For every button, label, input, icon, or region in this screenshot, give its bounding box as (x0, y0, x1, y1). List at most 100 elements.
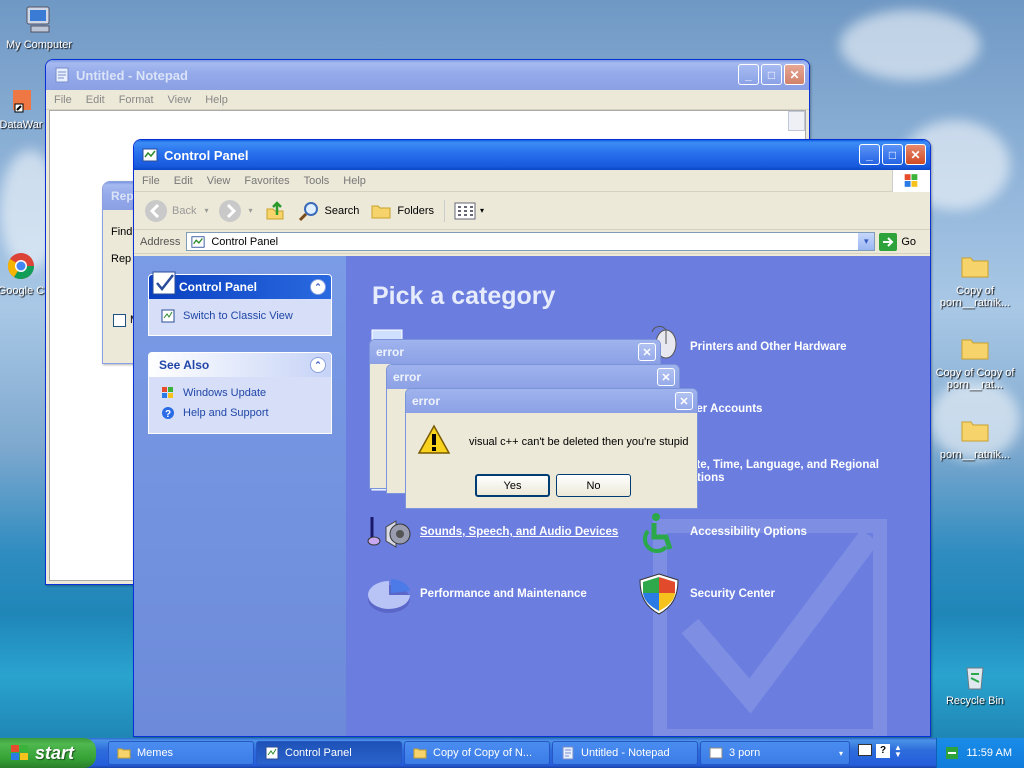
close-button[interactable]: ✕ (905, 144, 926, 165)
help-support-link[interactable]: ? Help and Support (149, 403, 331, 423)
taskbar-item-control-panel[interactable]: Control Panel (256, 741, 402, 765)
close-button[interactable]: ✕ (657, 368, 675, 386)
go-label: Go (901, 235, 916, 248)
address-label: Address (140, 235, 181, 248)
network-tray-icon[interactable] (945, 746, 959, 760)
notepad-menu-bar: File Edit Format View Help (46, 90, 809, 110)
category-label-line1: ate, Time, Language, and Regional (690, 459, 879, 471)
close-button[interactable]: ✕ (784, 64, 805, 85)
speaker-music-icon (367, 517, 411, 548)
yes-button[interactable]: Yes (475, 474, 550, 497)
menu-format[interactable]: Format (119, 94, 154, 106)
go-button[interactable]: Go (879, 232, 916, 251)
folders-button[interactable]: Folders (369, 199, 434, 223)
shortcut-icon (13, 90, 31, 113)
find-label: Find (111, 226, 133, 238)
maximize-button[interactable]: □ (761, 64, 782, 85)
windows-update-link[interactable]: Windows Update (149, 383, 331, 403)
taskbar-item-memes[interactable]: Memes (108, 741, 254, 765)
category-security-center[interactable]: Security Center (636, 571, 775, 617)
notepad-icon (562, 746, 574, 760)
pie-chart-icon (368, 579, 410, 613)
desktop-icon-folder-1[interactable]: Copy of porn__ratnik... (932, 250, 1018, 309)
menu-edit[interactable]: Edit (86, 94, 105, 106)
windows-update-icon (162, 387, 173, 398)
close-button[interactable]: ✕ (675, 392, 693, 410)
clock[interactable]: 11:59 AM (966, 747, 1012, 759)
category-label: Security Center (690, 588, 776, 600)
up-folder-icon (266, 200, 283, 219)
address-dropdown-button[interactable]: ▾ (858, 233, 875, 250)
back-button[interactable]: Back ▾ (144, 199, 208, 223)
no-button[interactable]: No (556, 474, 631, 497)
window-group-icon (709, 747, 723, 759)
category-label: ser Accounts (690, 403, 763, 415)
error-dialog-title-bar[interactable]: error ✕ (387, 365, 679, 389)
desktop-icon-my-computer[interactable]: My Computer (0, 4, 82, 51)
category-label: Accessibility Options (690, 526, 807, 538)
collapse-chevron-icon[interactable]: ⌃ (310, 357, 326, 373)
folder-icon (961, 339, 989, 360)
control-panel-title-bar[interactable]: Control Panel _ □ ✕ (134, 140, 930, 170)
category-sounds[interactable]: Sounds, Speech, and Audio Devices (366, 509, 618, 555)
category-performance[interactable]: Performance and Maintenance (366, 571, 587, 617)
start-button[interactable]: start (0, 738, 96, 768)
menu-file[interactable]: File (54, 94, 72, 106)
security-shield-icon (639, 573, 679, 615)
close-button[interactable]: ✕ (638, 343, 656, 361)
windows-logo-icon (11, 745, 28, 760)
replace-label: Rep (111, 253, 132, 265)
category-accessibility[interactable]: Accessibility Options (636, 509, 807, 555)
error-dialog-title-bar[interactable]: error ✕ (370, 340, 660, 364)
category-label: Performance and Maintenance (420, 588, 587, 600)
category-label-line2: ptions (690, 472, 725, 484)
switch-classic-view-link[interactable]: Switch to Classic View (149, 306, 331, 326)
up-button[interactable] (263, 199, 287, 223)
menu-help[interactable]: Help (343, 175, 366, 187)
desktop-icon-folder-3[interactable]: porn__ratnik... (932, 414, 1018, 461)
maximize-button[interactable]: □ (882, 144, 903, 165)
task-box-header[interactable]: Control Panel ⌃ (149, 271, 331, 299)
scroll-arrows-icon[interactable]: ▲ ▼ (894, 744, 902, 759)
warning-icon (417, 424, 451, 454)
desktop-icon-folder-2[interactable]: Copy of Copy of porn__rat... (932, 332, 1018, 391)
help-icon[interactable]: ? (876, 744, 890, 758)
taskbar-item-group[interactable]: 3 porn ▾ (700, 741, 850, 765)
menu-tools[interactable]: Tools (304, 175, 330, 187)
menu-view[interactable]: View (207, 175, 231, 187)
menu-favorites[interactable]: Favorites (244, 175, 289, 187)
see-also-header[interactable]: See Also ⌃ (149, 353, 331, 377)
notepad-scrollbar[interactable] (788, 111, 805, 131)
search-label: Search (324, 204, 360, 217)
back-dropdown-icon[interactable]: ▾ (204, 206, 208, 215)
menu-view[interactable]: View (168, 94, 192, 106)
menu-file[interactable]: File (142, 175, 160, 187)
forward-button[interactable]: ▾ (218, 199, 253, 223)
error-dialog-title-bar[interactable]: error ✕ (406, 389, 697, 413)
taskbar-item-label: Control Panel (285, 747, 352, 759)
folder-icon (117, 748, 131, 759)
taskbar: start Memes Control Panel Copy of Copy o… (0, 738, 1024, 768)
taskbar-item-copy-folder[interactable]: Copy of Copy of N... (404, 741, 550, 765)
menu-help[interactable]: Help (205, 94, 228, 106)
collapse-chevron-icon[interactable]: ⌃ (310, 279, 326, 295)
desktop-icon-recycle-bin[interactable]: Recycle Bin (932, 660, 1018, 707)
forward-arrow-icon (219, 199, 242, 222)
forward-dropdown-icon[interactable]: ▾ (248, 206, 252, 215)
recycle-bin-icon (966, 667, 984, 690)
back-label: Back (172, 204, 197, 217)
error-dialog-3[interactable]: error ✕ visual c++ can't be deleted then… (405, 388, 698, 509)
match-case-checkbox[interactable] (113, 314, 126, 327)
taskbar-item-notepad[interactable]: Untitled - Notepad (552, 741, 698, 765)
keyboard-icon[interactable] (858, 744, 872, 756)
views-button[interactable]: ▾ (444, 199, 484, 222)
minimize-button[interactable]: _ (859, 144, 880, 165)
address-input[interactable]: Control Panel ▾ (186, 232, 876, 251)
control-panel-icon (142, 148, 158, 162)
search-button[interactable]: Search (297, 199, 360, 223)
folders-label: Folders (397, 204, 435, 217)
menu-edit[interactable]: Edit (174, 175, 193, 187)
task-pane: Control Panel ⌃ Switch to Classic View S… (134, 256, 346, 736)
notepad-title-bar[interactable]: Untitled - Notepad _ □ ✕ (46, 60, 809, 90)
minimize-button[interactable]: _ (738, 64, 759, 85)
